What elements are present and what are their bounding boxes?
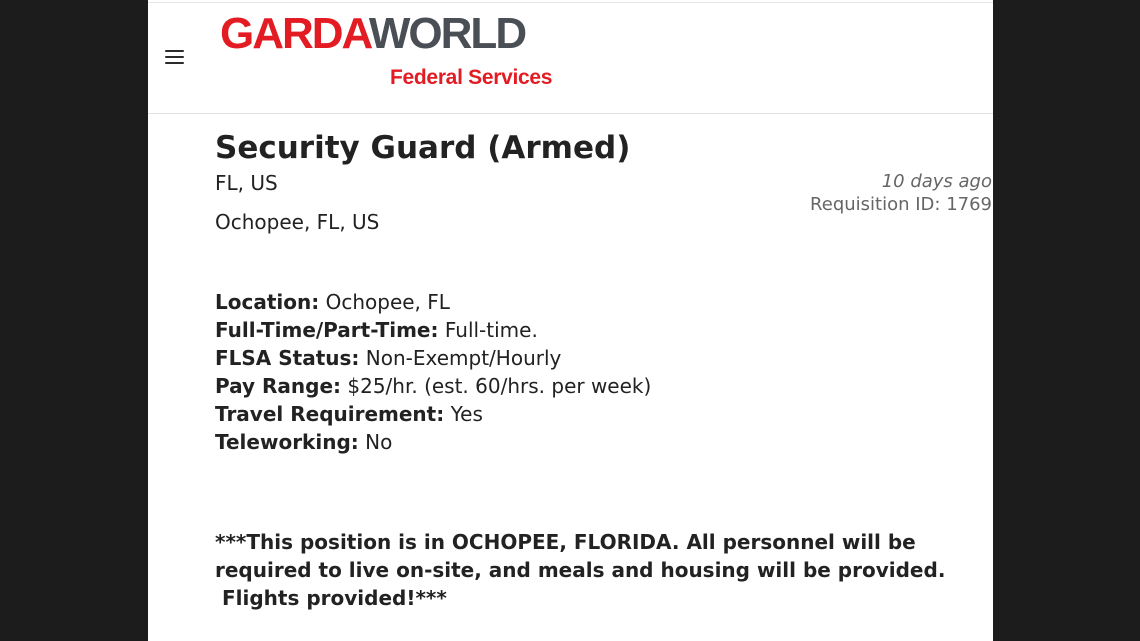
job-location-short: FL, US: [215, 171, 278, 195]
gardaworld-logo[interactable]: GARDAWORLD Federal Services: [220, 8, 580, 98]
position-notice: ***This position is in OCHOPEE, FLORIDA.…: [215, 528, 946, 612]
detail-row-flsa-status: FLSA Status: Non-Exempt/Hourly: [215, 346, 562, 370]
detail-row-travel: Travel Requirement: Yes: [215, 402, 483, 426]
site-header: GARDAWORLD Federal Services: [148, 0, 993, 114]
detail-row-employment-type: Full-Time/Part-Time: Full-time.: [215, 318, 538, 342]
posted-date: 10 days ago: [881, 171, 992, 192]
logo-wordmark: GARDAWORLD: [220, 9, 527, 58]
notice-line: Flights provided!***: [215, 586, 447, 610]
notice-line: ***This position is in OCHOPEE, FLORIDA.…: [215, 530, 916, 554]
job-details-list: Location: Ochopee, FL Full-Time/Part-Tim…: [215, 288, 651, 456]
job-meta: 10 days ago Requisition ID: 1769: [810, 170, 992, 217]
requisition-id: Requisition ID: 1769: [810, 194, 992, 215]
job-title: Security Guard (Armed): [215, 130, 631, 166]
logo-subtitle: Federal Services: [390, 66, 553, 89]
header-divider: [148, 2, 993, 3]
detail-row-pay-range: Pay Range: $25/hr. (est. 60/hrs. per wee…: [215, 374, 652, 398]
job-posting-page: GARDAWORLD Federal Services Security Gua…: [148, 0, 993, 641]
hamburger-menu-icon[interactable]: [164, 46, 186, 68]
notice-line: required to live on-site, and meals and …: [215, 558, 946, 582]
detail-row-location: Location: Ochopee, FL: [215, 290, 450, 314]
detail-row-teleworking: Teleworking: No: [215, 430, 393, 454]
job-location-full: Ochopee, FL, US: [215, 210, 380, 234]
